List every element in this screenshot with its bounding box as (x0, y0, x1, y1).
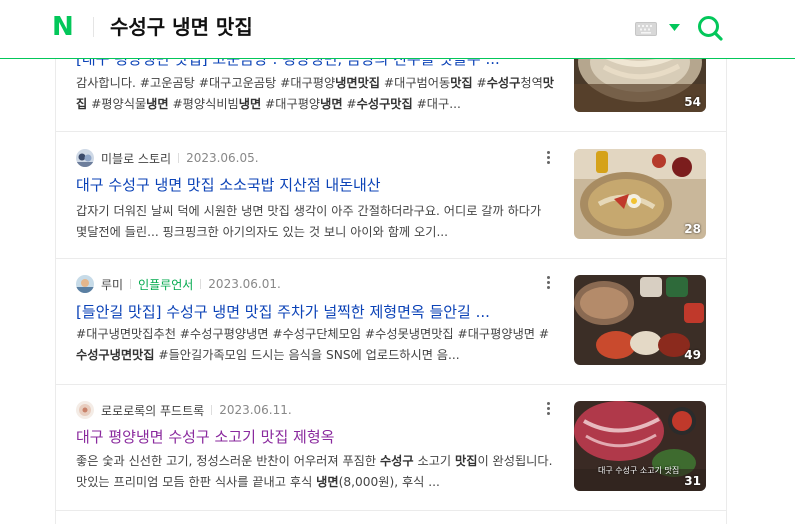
highlighted-keyword: 수성구 (486, 76, 521, 90)
influencer-badge: 인플루언서 (138, 277, 194, 292)
top-header: N 수성구 냉면 맛집 (0, 0, 795, 59)
description-text: 소고기 (413, 454, 455, 468)
caret-down-icon[interactable] (669, 24, 680, 32)
description-text: (8,000원), 후식 ... (338, 475, 440, 489)
meta-separator (200, 279, 202, 289)
author-avatar[interactable] (76, 401, 94, 419)
highlighted-keyword: 냉면 (320, 97, 343, 111)
highlighted-keyword: 수성구맛집 (356, 97, 413, 111)
highlighted-keyword: 냉면 (316, 475, 339, 489)
author-name[interactable]: 루미 (101, 276, 123, 293)
result-item: 미블로 스토리 2023.06.05. 대구 수성구 냉면 맛집 소소국밥 지산… (56, 131, 726, 259)
description-text: 청역 (520, 76, 543, 90)
naver-logo[interactable]: N (52, 14, 75, 40)
result-description: #대구냉면맛집추천 #수성구평양냉면 #수성구단체모임 #수성못냉면맛집 #대구… (76, 324, 554, 366)
more-options-icon[interactable] (542, 274, 554, 292)
result-meta: 로로로록의 푸드트록 2023.06.11. (76, 400, 292, 420)
author-avatar[interactable] (76, 275, 94, 293)
header-divider (93, 17, 94, 37)
highlighted-keyword: 냉면 (238, 97, 262, 111)
result-meta: 미블로 스토리 2023.06.05. (76, 148, 259, 168)
result-thumbnail[interactable]: 28 (574, 149, 706, 239)
search-icon[interactable] (697, 15, 723, 41)
description-text: #평양식물 (87, 97, 147, 111)
image-count: 54 (684, 95, 701, 109)
image-count: 31 (684, 474, 701, 488)
description-text: #대구냉면맛집추천 #수성구평양냉면 #수성구단체모임 #수성못냉면맛집 #대구… (76, 327, 550, 341)
highlighted-keyword: 맛집 (450, 76, 473, 90)
author-name[interactable]: 미블로 스토리 (101, 150, 171, 167)
highlighted-keyword: 수성구냉면맛집 (76, 348, 155, 362)
description-text: #대구범어동 (380, 76, 451, 90)
highlighted-keyword: 냉면맛집 (335, 76, 381, 90)
description-text: #대구평양 (261, 97, 321, 111)
result-title[interactable]: 대구 평양냉면 수성구 소고기 맛집 제형옥 (76, 426, 556, 448)
post-date: 2023.06.01. (208, 277, 281, 291)
result-thumbnail[interactable]: 대구 수성구 소고기 맛집 31 (574, 401, 706, 491)
highlighted-keyword: 수성구 (379, 454, 414, 468)
result-description: 갑자기 더워진 날씨 덕에 시원한 냉면 맛집 생각이 아주 간절하더라구요. … (76, 201, 554, 243)
description-text: #들안길가족모임 드시는 음식을 SNS에 업로드하시면 음... (154, 348, 460, 362)
description-text: # (342, 97, 357, 111)
description-text: #평양식비빔 (168, 97, 239, 111)
result-item: 로로로록의 푸드트록 2023.06.11. 대구 평양냉면 수성구 소고기 맛… (56, 384, 726, 511)
meta-separator (178, 153, 180, 163)
post-date: 2023.06.11. (219, 403, 292, 417)
image-count: 28 (684, 222, 701, 236)
highlighted-keyword: 냉면 (146, 97, 169, 111)
result-item: 루미 인플루언서 2023.06.01. [들안길 맛집] 수성구 냉면 맛집 … (56, 258, 726, 385)
results-list: [대구 평양냉면 맛집] 고운곰탕 : 평양냉면, 곰탕의 진수를 맛볼수 ..… (55, 0, 727, 524)
search-query[interactable]: 수성구 냉면 맛집 (110, 13, 253, 41)
thumbnail-caption: 대구 수성구 소고기 맛집 (598, 466, 680, 475)
more-options-icon[interactable] (542, 149, 554, 167)
author-avatar[interactable] (76, 149, 94, 167)
description-text: 감사합니다. #고운곰탕 #대구고운곰탕 #대구평양 (76, 76, 336, 90)
result-meta: 루미 인플루언서 2023.06.01. (76, 274, 281, 294)
meta-separator (130, 279, 132, 289)
result-title[interactable]: [들안길 맛집] 수성구 냉면 맛집 주차가 널찍한 제형면옥 들안길 ... (76, 301, 556, 323)
result-description: 감사합니다. #고운곰탕 #대구고운곰탕 #대구평양냉면맛집 #대구범어동맛집 … (76, 73, 554, 115)
result-thumbnail[interactable]: 49 (574, 275, 706, 365)
more-options-icon[interactable] (542, 400, 554, 418)
description-text: 갑자기 더워진 날씨 덕에 시원한 냉면 맛집 생각이 아주 간절하더라구요. … (76, 204, 542, 239)
result-title[interactable]: 대구 수성구 냉면 맛집 소소국밥 지산점 내돈내산 (76, 174, 556, 196)
keyboard-icon[interactable] (635, 22, 657, 36)
post-date: 2023.06.05. (186, 151, 259, 165)
description-text: # (472, 76, 487, 90)
result-description: 좋은 숯과 신선한 고기, 정성스러운 반찬이 어우러져 푸짐한 수성구 소고기… (76, 451, 554, 493)
meta-separator (211, 405, 213, 415)
description-text: 좋은 숯과 신선한 고기, 정성스러운 반찬이 어우러져 푸짐한 (76, 454, 380, 468)
highlighted-keyword: 맛집 (455, 454, 478, 468)
description-text: #대구... (412, 97, 461, 111)
image-count: 49 (684, 348, 701, 362)
author-name[interactable]: 로로로록의 푸드트록 (101, 402, 204, 419)
